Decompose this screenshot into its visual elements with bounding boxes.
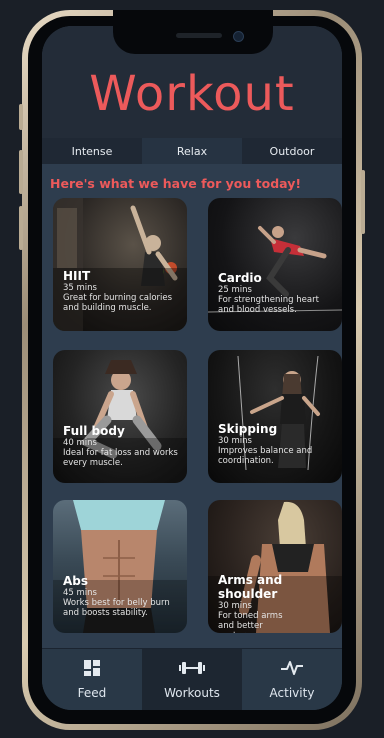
card-duration: 30 mins [218, 601, 252, 611]
card-duration: 30 mins [218, 436, 252, 446]
card-title: HIIT [63, 269, 91, 283]
card-title: Cardio [218, 271, 262, 285]
card-duration: 25 mins [218, 285, 252, 295]
card-title: Skipping [218, 422, 278, 436]
mute-switch [19, 104, 23, 130]
nav-label: Workouts [164, 686, 220, 700]
workout-card-cardio[interactable]: Cardio 25 mins For strengthening heart a… [208, 198, 342, 331]
workout-card-full-body[interactable]: Full body 40 mins Ideal for fat loss and… [53, 350, 187, 483]
speaker-grille [176, 33, 222, 38]
workout-card-abs[interactable]: Abs 45 mins Works best for belly burn an… [53, 500, 187, 633]
nav-workouts[interactable]: Workouts [142, 649, 242, 710]
card-title: Abs [63, 574, 89, 588]
tab-intense[interactable]: Intense [42, 138, 142, 164]
volume-down-button [19, 206, 23, 250]
power-button [361, 170, 365, 234]
card-duration: 35 mins [63, 283, 97, 293]
card-description: For toned arms and better posture. [218, 611, 283, 633]
card-description: Great for burning calories and building … [63, 293, 173, 313]
card-description: Improves balance and coordination. [218, 446, 313, 466]
workout-card-skipping[interactable]: Skipping 30 mins Improves balance and co… [208, 350, 342, 483]
card-label: Abs 45 mins Works best for belly burn an… [63, 574, 179, 618]
card-duration: 40 mins [63, 438, 97, 448]
card-label: Cardio 25 mins For strengthening heart a… [218, 271, 334, 315]
dumbbell-icon [179, 660, 205, 676]
volume-up-button [19, 150, 23, 194]
workout-card-hiit[interactable]: HIIT 35 mins Great for burning calories … [53, 198, 187, 331]
workout-card-arms-shoulder[interactable]: Arms and shoulder 30 mins For toned arms… [208, 500, 342, 633]
nav-feed[interactable]: Feed [42, 649, 142, 710]
tab-outdoor[interactable]: Outdoor [242, 138, 342, 164]
card-description: For strengthening heart and blood vessel… [218, 295, 319, 315]
card-duration: 45 mins [63, 588, 97, 598]
card-label: Skipping 30 mins Improves balance and co… [218, 422, 334, 466]
nav-activity[interactable]: Activity [242, 649, 342, 710]
card-description: Ideal for fat loss and works every muscl… [63, 448, 178, 468]
grid-icon [84, 660, 100, 676]
section-subtitle: Here's what we have for you today! [50, 176, 302, 191]
nav-label: Activity [269, 686, 315, 700]
pulse-icon [281, 660, 303, 676]
bottom-nav: Feed Workouts Activity [42, 648, 342, 710]
card-description: Works best for belly burn and boosts sta… [63, 598, 170, 618]
card-label: Arms and shoulder 30 mins For toned arms… [218, 573, 296, 633]
card-label: Full body 40 mins Ideal for fat loss and… [63, 424, 179, 468]
card-label: HIIT 35 mins Great for burning calories … [63, 269, 179, 313]
app-screen: Workout Intense Relax Outdoor Here's wha… [42, 26, 342, 710]
notch [113, 10, 273, 54]
front-camera [233, 31, 244, 42]
tab-relax[interactable]: Relax [142, 138, 242, 164]
card-title: Full body [63, 424, 125, 438]
card-title: Arms and shoulder [218, 573, 283, 601]
nav-label: Feed [77, 686, 107, 700]
category-tabs: Intense Relax Outdoor [42, 138, 342, 164]
page-title: Workout [89, 66, 295, 122]
